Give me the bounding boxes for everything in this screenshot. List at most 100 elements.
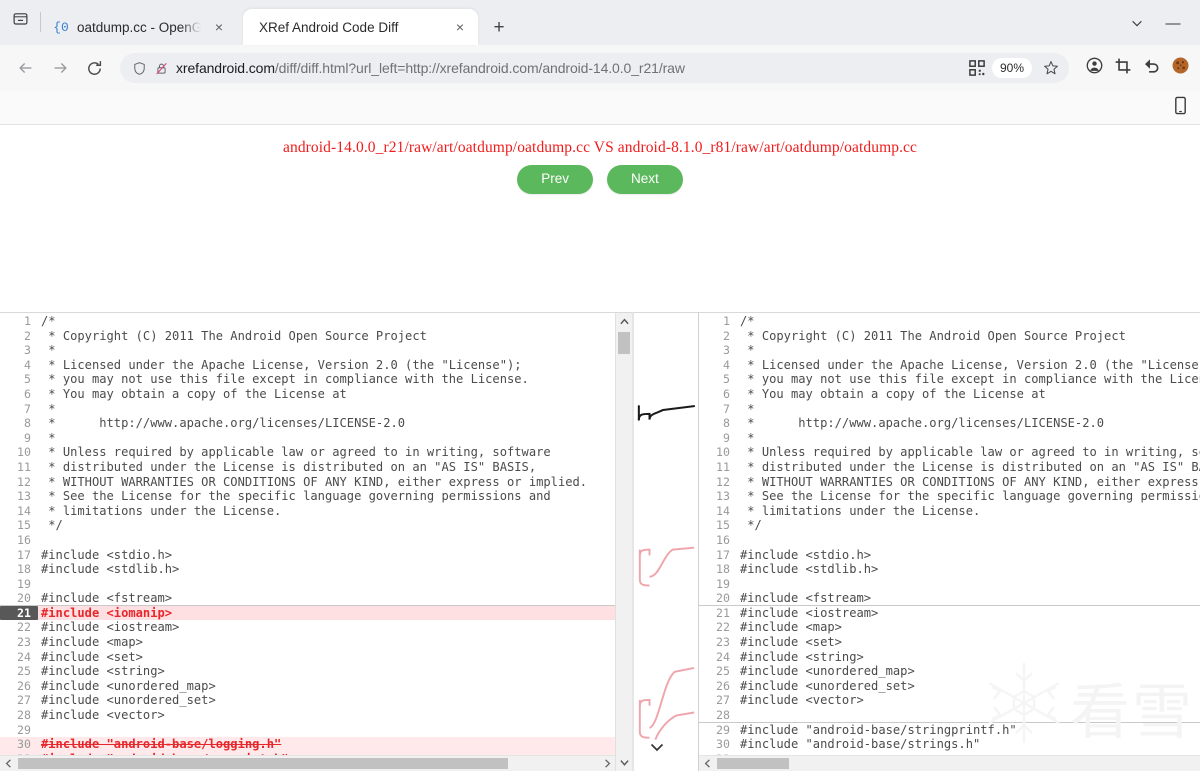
next-button[interactable]: Next	[607, 165, 683, 194]
connector-collapse-chevron[interactable]	[650, 743, 664, 755]
tab-close-button-1[interactable]: ×	[450, 17, 470, 37]
reload-button[interactable]	[78, 52, 110, 84]
tab-list-chevron-button[interactable]	[1122, 9, 1152, 37]
right-code-lines: 1 /* 2 * Copyright (C) 2011 The Android Op…	[699, 313, 1200, 755]
browser-tab-0[interactable]: {0 oatdump.cc - OpenGrok cross ×	[41, 9, 237, 45]
back-button[interactable]	[10, 52, 42, 84]
scroll-left-arrow-icon[interactable]	[0, 756, 16, 771]
forward-arrow-icon	[54, 63, 67, 73]
line-text: * See the License for the specific langu…	[41, 489, 551, 504]
line-text: #include "android-base/strings.h"	[740, 737, 981, 752]
screenshot-button[interactable]	[1114, 57, 1132, 80]
profile-button[interactable]	[1085, 56, 1104, 80]
scroll-left-arrow-icon[interactable]	[699, 756, 715, 771]
line-number: 9	[723, 430, 730, 445]
line-number: 4	[723, 357, 730, 372]
minimize-button[interactable]: —	[1156, 9, 1190, 37]
not-secure-lock-icon[interactable]	[154, 61, 169, 76]
line-number: 1	[723, 314, 730, 328]
left-scroll-thumb[interactable]	[618, 332, 630, 354]
line-text: #include <unordered_set>	[740, 678, 915, 693]
scroll-down-arrow-icon[interactable]	[616, 754, 632, 771]
line-text: * http://www.apache.org/licenses/LICENSE…	[41, 416, 406, 431]
forward-button[interactable]	[44, 52, 76, 84]
star-icon	[1044, 61, 1058, 75]
code-line: 11 * distributed under the License is di…	[699, 460, 1200, 475]
line-number: 20	[17, 590, 31, 605]
browser-window: {0 oatdump.cc - OpenGrok cross × XRef An…	[0, 0, 1200, 771]
tab-collections-button[interactable]	[0, 0, 40, 45]
code-line: 26 #include <unordered_set>	[699, 679, 1200, 694]
line-number: 7	[24, 401, 31, 416]
line-number: 27	[716, 693, 730, 708]
page-content: android-14.0.0_r21/raw/art/oatdump/oatdu…	[0, 125, 1200, 771]
code-line: 22 #include <iostream>	[0, 620, 615, 635]
line-number: 9	[24, 430, 31, 445]
code-line: 3 *	[699, 343, 1200, 358]
toolbar-actions	[1079, 56, 1190, 80]
line-number: 22	[716, 620, 730, 635]
code-line: 4 * Licensed under the Apache License, V…	[0, 358, 615, 373]
new-tab-button[interactable]: +	[484, 12, 514, 42]
left-diff-pane: 1/* 2 * Copyright (C) 2011 The Android Op…	[0, 312, 633, 771]
code-line: 23 #include <map>	[0, 635, 615, 650]
back-arrow-icon	[19, 63, 32, 73]
code-line: 13 * See the License for the specific la…	[699, 489, 1200, 504]
scroll-right-arrow-icon[interactable]	[599, 756, 615, 771]
line-number: 18	[716, 562, 730, 577]
browser-tab-1[interactable]: XRef Android Code Diff ×	[243, 9, 478, 45]
line-number: 24	[716, 649, 730, 664]
line-number: 25	[17, 664, 31, 679]
line-text: #include "android-base/stringprintf.h"	[740, 722, 1017, 737]
mobile-device-button[interactable]	[1173, 96, 1188, 120]
line-text: * WITHOUT WARRANTIES OR CONDITIONS OF AN…	[41, 474, 588, 489]
line-number: 10	[716, 445, 730, 460]
line-text: * limitations under the License.	[740, 503, 981, 518]
profile-icon	[1086, 57, 1103, 74]
line-text: * See the License for the specific langu…	[740, 489, 1200, 504]
code-line: 24 #include <set>	[0, 650, 615, 665]
line-text: #include <vector>	[41, 708, 165, 723]
qr-code-button[interactable]	[969, 60, 985, 76]
line-text: #include "android-base/logging.h"	[41, 737, 282, 752]
line-text: * http://www.apache.org/licenses/LICENSE…	[740, 416, 1105, 431]
code-line: 2 * Copyright (C) 2011 The Android Open …	[699, 329, 1200, 344]
line-text: * You may obtain a copy of the License a…	[740, 386, 1046, 401]
line-text: * Unless required by applicable law or a…	[740, 445, 1200, 460]
code-line: 1 /*	[0, 314, 615, 329]
left-hscroll-thumb[interactable]	[18, 758, 508, 769]
code-line: 26 #include <unordered_map>	[0, 679, 615, 694]
prev-button[interactable]: Prev	[517, 165, 593, 194]
tab-close-button-0[interactable]: ×	[209, 17, 229, 37]
left-horizontal-scrollbar[interactable]	[0, 755, 615, 771]
line-text: /*	[740, 314, 755, 328]
zoom-level-indicator[interactable]: 90%	[991, 58, 1032, 78]
line-number: 8	[24, 416, 31, 431]
tracking-shield-icon[interactable]	[132, 61, 147, 76]
avatar[interactable]	[1171, 56, 1190, 80]
right-hscroll-thumb[interactable]	[717, 758, 789, 769]
left-code-area[interactable]: 1/* 2 * Copyright (C) 2011 The Android Op…	[0, 313, 615, 755]
code-line: 27 #include <vector>	[699, 693, 1200, 708]
line-text: * you may not use this file except in co…	[740, 372, 1200, 387]
line-number: 29	[716, 722, 730, 737]
left-vertical-scrollbar[interactable]	[615, 313, 632, 771]
code-line: 30 #include "android-base/logging.h"	[0, 737, 615, 752]
undo-button[interactable]	[1142, 56, 1161, 80]
tab-favicon-opengrok: {0	[53, 19, 69, 35]
line-number: 16	[716, 532, 730, 547]
code-line: 28 #include <vector>	[0, 708, 615, 723]
right-horizontal-scrollbar[interactable]	[699, 755, 1200, 771]
line-text: */	[41, 518, 63, 533]
collections-icon	[13, 13, 27, 25]
diff-panes: 1/* 2 * Copyright (C) 2011 The Android Op…	[0, 312, 1200, 771]
line-text: * you may not use this file except in co…	[41, 372, 529, 387]
cookie-avatar-icon	[1172, 57, 1189, 74]
line-number: 5	[24, 372, 31, 387]
address-bar[interactable]: xrefandroid.com/diff/diff.html?url_left=…	[120, 53, 1069, 83]
scroll-up-arrow-icon[interactable]	[616, 313, 632, 330]
bookmark-button[interactable]	[1039, 60, 1063, 76]
code-line: 19	[699, 577, 1200, 592]
right-code-area[interactable]: 1 /* 2 * Copyright (C) 2011 The Android Op…	[699, 313, 1200, 755]
code-line: 11 * distributed under the License is di…	[0, 460, 615, 475]
